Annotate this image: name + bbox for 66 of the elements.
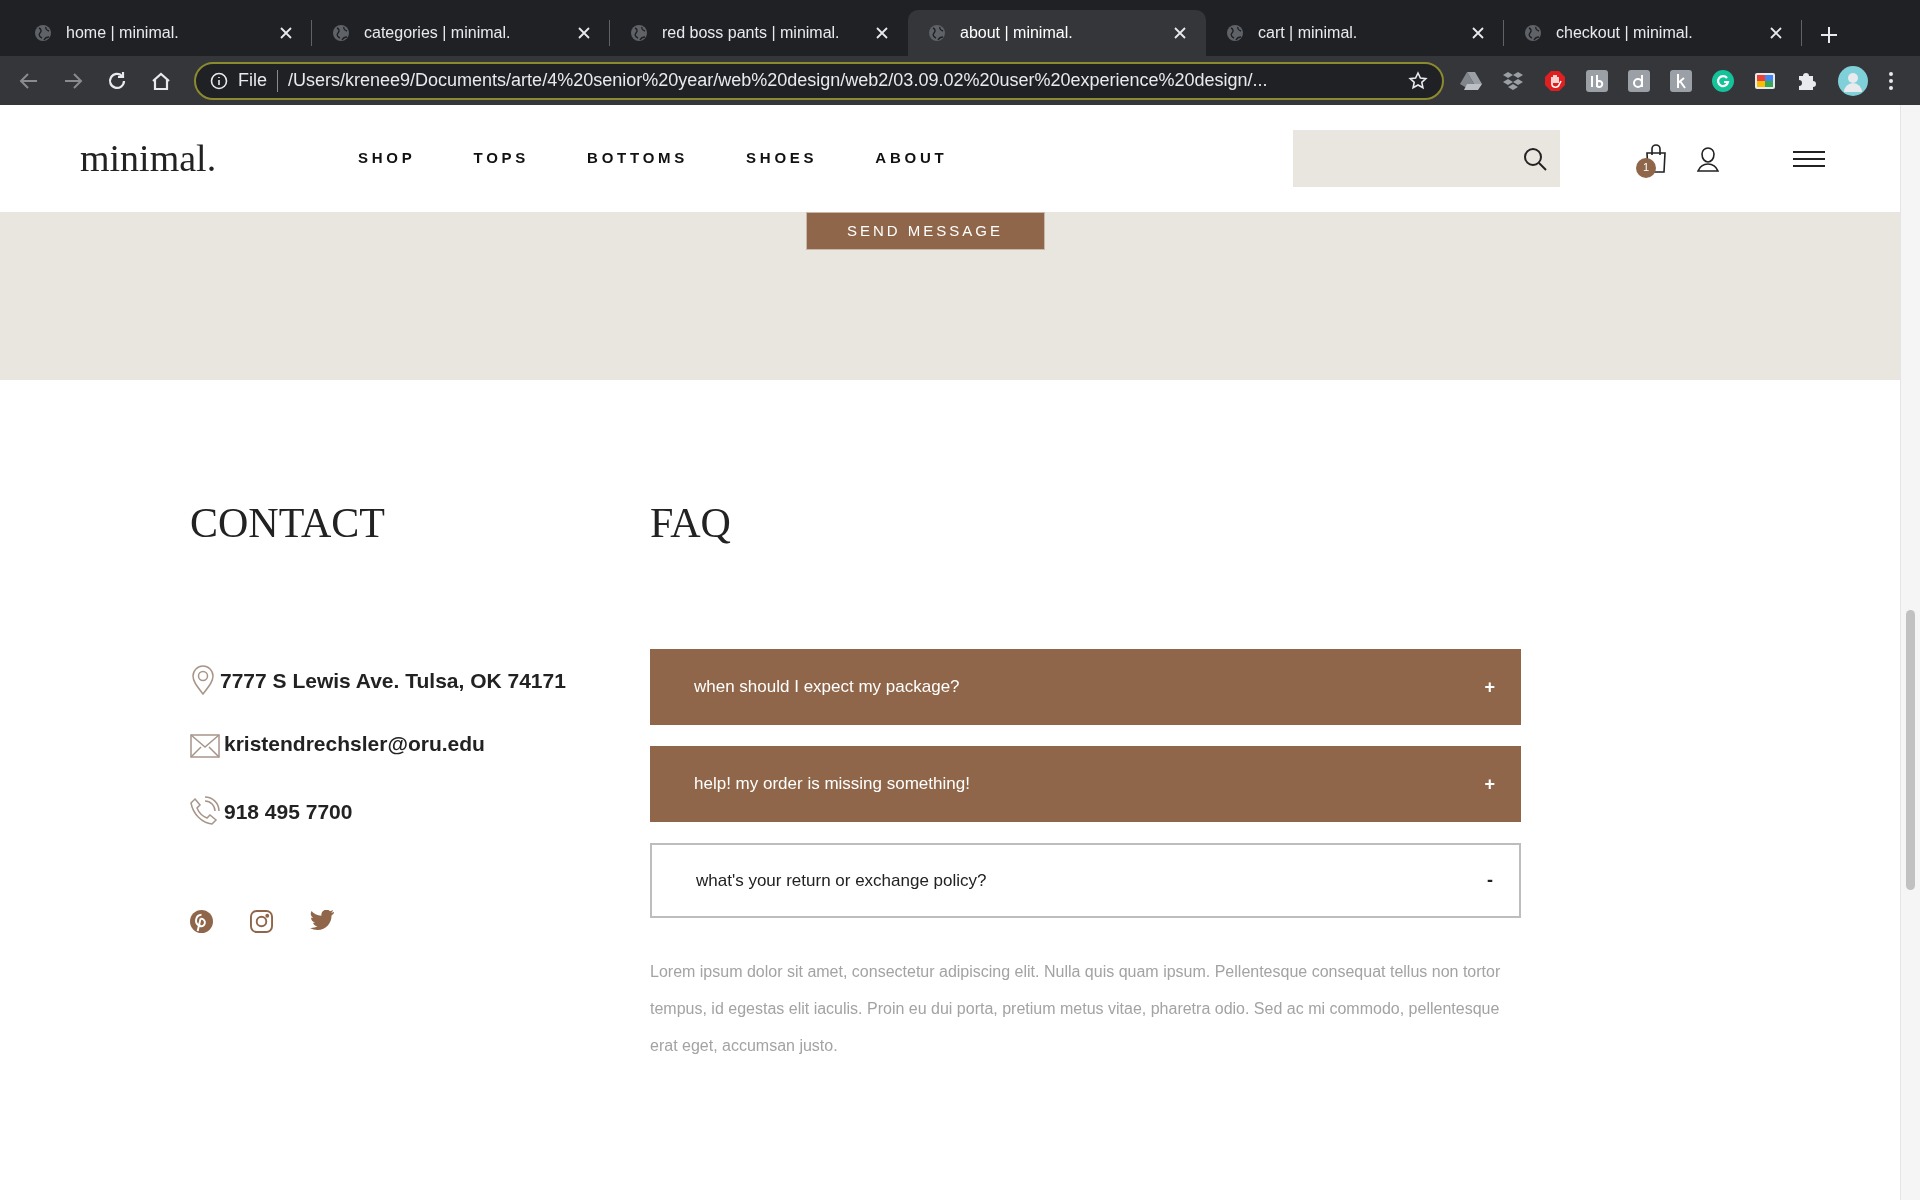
globe-icon: [928, 24, 946, 42]
faq-toggle-sign: +: [1484, 772, 1495, 796]
k-extension-icon[interactable]: [1670, 69, 1692, 92]
scrollbar-thumb[interactable]: [1906, 610, 1915, 890]
faq-toggle-sign: -: [1487, 869, 1493, 892]
contact-phone-text: 918 495 7700: [224, 801, 353, 822]
close-icon[interactable]: [578, 27, 590, 39]
reload-icon[interactable]: [106, 69, 128, 92]
contact-heading: CONTACT: [190, 499, 386, 548]
pinterest-icon[interactable]: [190, 910, 213, 933]
bird-icon[interactable]: [310, 910, 334, 930]
browser-tab[interactable]: checkout | minimal.: [1504, 10, 1802, 56]
grammar-g-icon[interactable]: [1712, 69, 1734, 92]
address-scheme: File: [238, 69, 267, 92]
avatar-icon[interactable]: [1838, 65, 1868, 96]
faq-question-button[interactable]: what's your return or exchange policy? -: [650, 843, 1521, 918]
hand-stop-icon[interactable]: [1544, 69, 1566, 92]
nav-link[interactable]: TOPS: [473, 147, 530, 170]
contact-email-text: kristendrechsler@oru.edu: [224, 733, 485, 754]
address-text: /Users/krenee9/Documents/arte/4%20senior%20year/web%20design/web2/03.09.02%20user%20experience%20design/...: [288, 69, 1269, 92]
bookmark-star-icon[interactable]: [1408, 70, 1428, 91]
close-icon[interactable]: [280, 27, 292, 39]
nav-link[interactable]: SHOES: [746, 147, 818, 170]
address-bar[interactable]: File /Users/krenee9/Documents/arte/4%20senior%20year/web%20design/web2/03.09.02%20user%20experience%20design/...: [194, 61, 1444, 100]
faq-toggle-sign: +: [1484, 675, 1495, 699]
color-window-icon[interactable]: [1754, 70, 1776, 91]
browser-tab[interactable]: about | minimal.: [908, 10, 1206, 56]
nav-link[interactable]: ABOUT: [875, 147, 948, 170]
new-tab-icon[interactable]: [1820, 26, 1838, 44]
site-logo[interactable]: minimal.: [80, 130, 358, 187]
close-icon[interactable]: [1472, 27, 1484, 39]
info-icon[interactable]: [210, 71, 228, 90]
browser-tab[interactable]: categories | minimal.: [312, 10, 610, 56]
faq-question-button[interactable]: when should I expect my package? +: [650, 649, 1521, 725]
envelope-icon: [190, 734, 220, 758]
faq-answer-text: Lorem ipsum dolor sit amet, consectetur adipiscing elit. Nulla quis quam ipsum. Pellentesque consequat tellus non tortor tempus, id egestas elit iaculis. Proin eu dui porta, pretium metus vitae, pharetra odio. Sed ac mi commodo, pellentesque erat eget, accumsan justo.: [650, 962, 1502, 1056]
globe-icon: [630, 24, 648, 42]
search-field[interactable]: [1293, 130, 1560, 187]
globe-icon: [34, 24, 52, 42]
faq-heading: FAQ: [650, 499, 732, 548]
contact-address-text: 7777 S Lewis Ave. Tulsa, OK 74171: [220, 670, 566, 691]
phone-icon: [190, 796, 220, 826]
nav-link[interactable]: BOTTOMS: [587, 147, 689, 170]
send-message-button[interactable]: SEND MESSAGE: [805, 212, 1045, 250]
instagram-icon[interactable]: [250, 910, 273, 933]
browser-tab[interactable]: home | minimal.: [14, 10, 312, 56]
globe-icon: [1226, 24, 1244, 42]
drive-icon[interactable]: [1460, 70, 1482, 91]
dropbox-icon[interactable]: [1502, 70, 1524, 91]
faq-question-button[interactable]: help! my order is missing something! +: [650, 746, 1521, 822]
location-pin-icon: [190, 665, 216, 695]
shopping-bag-icon[interactable]: [1644, 142, 1668, 173]
browser-tab[interactable]: cart | minimal.: [1206, 10, 1504, 56]
globe-icon: [332, 24, 350, 42]
browser-tab[interactable]: red boss pants | minimal.: [610, 10, 908, 56]
close-icon[interactable]: [1770, 27, 1782, 39]
menu-dots-icon[interactable]: [1888, 70, 1894, 91]
d-extension-icon[interactable]: [1628, 69, 1650, 92]
close-icon[interactable]: [876, 27, 888, 39]
ib-extension-icon[interactable]: [1586, 69, 1608, 92]
close-icon[interactable]: [1174, 27, 1186, 39]
cart-count-badge: 1: [1636, 157, 1656, 178]
globe-icon: [1524, 24, 1542, 42]
menu-icon[interactable]: [1793, 149, 1825, 168]
search-icon[interactable]: [1522, 145, 1548, 172]
nav-link[interactable]: SHOP: [358, 147, 416, 170]
